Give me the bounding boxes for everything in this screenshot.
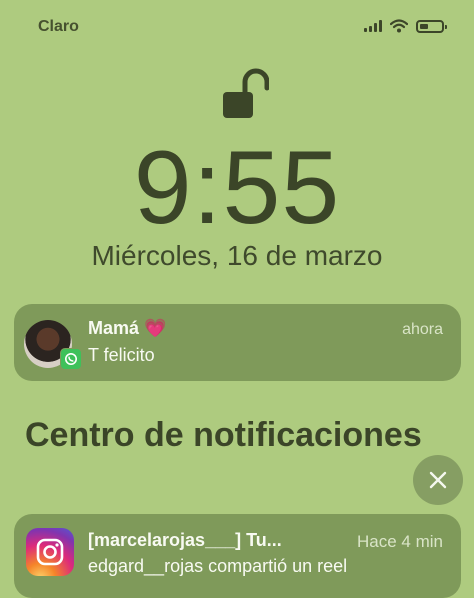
lock-screen-time: 9:55 xyxy=(133,130,341,246)
notification-time: ahora xyxy=(402,321,443,338)
whatsapp-notification[interactable]: Mamá 💗 ahora T felicito xyxy=(14,304,461,381)
notification-time: Hace 4 min xyxy=(357,532,443,551)
notification-message: edgard__rojas compartió un reel xyxy=(88,556,348,576)
lock-screen-date: Miércoles, 16 de marzo xyxy=(91,240,383,271)
whatsapp-icon xyxy=(60,348,82,370)
wifi-icon xyxy=(390,19,408,33)
carrier-label: Claro xyxy=(38,18,79,35)
status-icons xyxy=(364,19,447,33)
notification-center-title: Centro de notificaciones xyxy=(25,416,422,454)
notification-message: T felicito xyxy=(88,345,155,365)
unlocked-padlock-icon xyxy=(223,68,269,118)
close-icon xyxy=(429,471,447,489)
instagram-icon xyxy=(26,528,74,576)
cellular-signal-icon xyxy=(364,20,382,32)
notification-sender: Mamá 💗 xyxy=(88,318,167,338)
instagram-notification[interactable]: [marcelarojas___] Tu... Hace 4 min edgar… xyxy=(14,514,461,598)
battery-icon xyxy=(416,19,447,33)
notification-title: [marcelarojas___] Tu... xyxy=(88,530,282,550)
clear-notifications-button[interactable] xyxy=(413,455,463,505)
